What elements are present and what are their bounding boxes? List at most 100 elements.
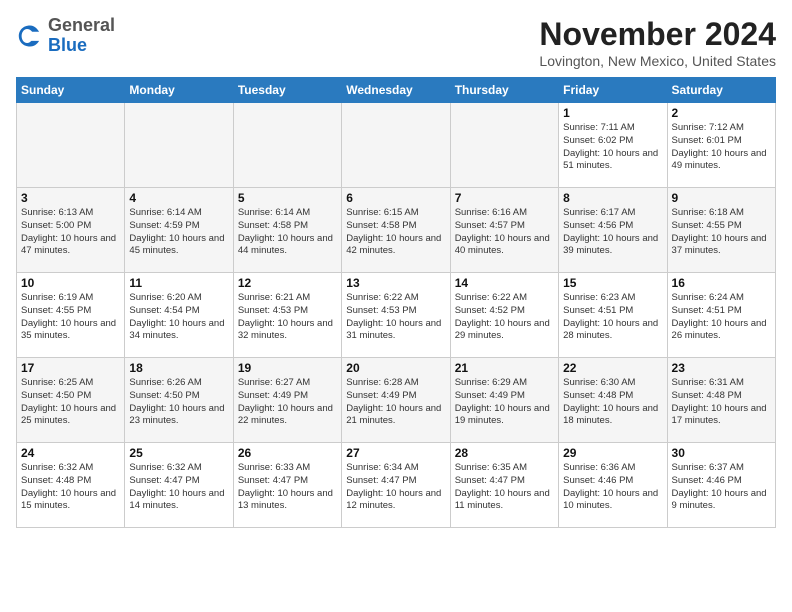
day-number: 14 bbox=[455, 276, 554, 290]
cell-info: Sunrise: 7:11 AMSunset: 6:02 PMDaylight:… bbox=[563, 122, 662, 173]
day-number: 1 bbox=[563, 106, 662, 120]
cell-info: Sunrise: 6:25 AMSunset: 4:50 PMDaylight:… bbox=[21, 377, 120, 428]
cell-info: Sunrise: 6:28 AMSunset: 4:49 PMDaylight:… bbox=[346, 377, 445, 428]
calendar-cell: 1 Sunrise: 7:11 AMSunset: 6:02 PMDaylight… bbox=[559, 103, 667, 188]
day-number: 19 bbox=[238, 361, 337, 375]
day-number: 29 bbox=[563, 446, 662, 460]
calendar-cell bbox=[342, 103, 450, 188]
cell-info: Sunrise: 6:32 AMSunset: 4:47 PMDaylight:… bbox=[129, 462, 228, 513]
calendar-cell: 4 Sunrise: 6:14 AMSunset: 4:59 PMDaylight… bbox=[125, 188, 233, 273]
cell-info: Sunrise: 6:21 AMSunset: 4:53 PMDaylight:… bbox=[238, 292, 337, 343]
day-number: 24 bbox=[21, 446, 120, 460]
logo-blue: Blue bbox=[48, 36, 115, 56]
logo-text: General Blue bbox=[48, 16, 115, 56]
weekday-header: Monday bbox=[125, 78, 233, 103]
logo-general: General bbox=[48, 16, 115, 36]
location: Lovington, New Mexico, United States bbox=[539, 53, 776, 69]
cell-info: Sunrise: 6:24 AMSunset: 4:51 PMDaylight:… bbox=[672, 292, 771, 343]
day-number: 6 bbox=[346, 191, 445, 205]
calendar-cell: 13 Sunrise: 6:22 AMSunset: 4:53 PMDayligh… bbox=[342, 273, 450, 358]
calendar-cell: 22Sunrise: 6:30 AMSunset: 4:48 PMDayligh… bbox=[559, 358, 667, 443]
day-number: 5 bbox=[238, 191, 337, 205]
cell-info: Sunrise: 7:12 AMSunset: 6:01 PMDaylight:… bbox=[672, 122, 771, 173]
cell-info: Sunrise: 6:15 AMSunset: 4:58 PMDaylight:… bbox=[346, 207, 445, 258]
calendar-cell: 24 Sunrise: 6:32 AMSunset: 4:48 PMDayligh… bbox=[17, 443, 125, 528]
calendar-cell bbox=[17, 103, 125, 188]
calendar-cell: 25Sunrise: 6:32 AMSunset: 4:47 PMDayligh… bbox=[125, 443, 233, 528]
day-number: 16 bbox=[672, 276, 771, 290]
cell-info: Sunrise: 6:30 AMSunset: 4:48 PMDaylight:… bbox=[563, 377, 662, 428]
day-number: 8 bbox=[563, 191, 662, 205]
weekday-header-row: SundayMondayTuesdayWednesdayThursdayFrid… bbox=[17, 78, 776, 103]
day-number: 10 bbox=[21, 276, 120, 290]
calendar-cell: 7 Sunrise: 6:16 AMSunset: 4:57 PMDaylight… bbox=[450, 188, 558, 273]
day-number: 7 bbox=[455, 191, 554, 205]
calendar-cell: 23 Sunrise: 6:31 AMSunset: 4:48 PMDayligh… bbox=[667, 358, 775, 443]
calendar-cell: 12 Sunrise: 6:21 AMSunset: 4:53 PMDayligh… bbox=[233, 273, 341, 358]
calendar-cell: 14 Sunrise: 6:22 AMSunset: 4:52 PMDayligh… bbox=[450, 273, 558, 358]
calendar-week-row: 24 Sunrise: 6:32 AMSunset: 4:48 PMDayligh… bbox=[17, 443, 776, 528]
cell-info: Sunrise: 6:22 AMSunset: 4:52 PMDaylight:… bbox=[455, 292, 554, 343]
title-block: November 2024 Lovington, New Mexico, Uni… bbox=[539, 16, 776, 69]
cell-info: Sunrise: 6:33 AMSunset: 4:47 PMDaylight:… bbox=[238, 462, 337, 513]
logo: General Blue bbox=[16, 16, 115, 56]
calendar-week-row: 3Sunrise: 6:13 AMSunset: 5:00 PMDaylight… bbox=[17, 188, 776, 273]
cell-info: Sunrise: 6:19 AMSunset: 4:55 PMDaylight:… bbox=[21, 292, 120, 343]
cell-info: Sunrise: 6:37 AMSunset: 4:46 PMDaylight:… bbox=[672, 462, 771, 513]
calendar-cell bbox=[450, 103, 558, 188]
weekday-header: Tuesday bbox=[233, 78, 341, 103]
cell-info: Sunrise: 6:35 AMSunset: 4:47 PMDaylight:… bbox=[455, 462, 554, 513]
calendar-cell: 5 Sunrise: 6:14 AMSunset: 4:58 PMDaylight… bbox=[233, 188, 341, 273]
cell-info: Sunrise: 6:18 AMSunset: 4:55 PMDaylight:… bbox=[672, 207, 771, 258]
calendar-cell: 9Sunrise: 6:18 AMSunset: 4:55 PMDaylight… bbox=[667, 188, 775, 273]
calendar-cell: 8Sunrise: 6:17 AMSunset: 4:56 PMDaylight… bbox=[559, 188, 667, 273]
weekday-header: Wednesday bbox=[342, 78, 450, 103]
calendar-cell bbox=[233, 103, 341, 188]
cell-info: Sunrise: 6:16 AMSunset: 4:57 PMDaylight:… bbox=[455, 207, 554, 258]
day-number: 11 bbox=[129, 276, 228, 290]
cell-info: Sunrise: 6:31 AMSunset: 4:48 PMDaylight:… bbox=[672, 377, 771, 428]
calendar-cell: 11 Sunrise: 6:20 AMSunset: 4:54 PMDayligh… bbox=[125, 273, 233, 358]
calendar-cell: 26 Sunrise: 6:33 AMSunset: 4:47 PMDayligh… bbox=[233, 443, 341, 528]
calendar-cell: 21Sunrise: 6:29 AMSunset: 4:49 PMDayligh… bbox=[450, 358, 558, 443]
calendar-cell: 30 Sunrise: 6:37 AMSunset: 4:46 PMDayligh… bbox=[667, 443, 775, 528]
cell-info: Sunrise: 6:26 AMSunset: 4:50 PMDaylight:… bbox=[129, 377, 228, 428]
calendar-cell: 27 Sunrise: 6:34 AMSunset: 4:47 PMDayligh… bbox=[342, 443, 450, 528]
calendar-cell: 28Sunrise: 6:35 AMSunset: 4:47 PMDayligh… bbox=[450, 443, 558, 528]
day-number: 30 bbox=[672, 446, 771, 460]
calendar-week-row: 10 Sunrise: 6:19 AMSunset: 4:55 PMDayligh… bbox=[17, 273, 776, 358]
day-number: 13 bbox=[346, 276, 445, 290]
calendar-week-row: 1 Sunrise: 7:11 AMSunset: 6:02 PMDaylight… bbox=[17, 103, 776, 188]
day-number: 21 bbox=[455, 361, 554, 375]
day-number: 23 bbox=[672, 361, 771, 375]
cell-info: Sunrise: 6:22 AMSunset: 4:53 PMDaylight:… bbox=[346, 292, 445, 343]
calendar-cell: 15 Sunrise: 6:23 AMSunset: 4:51 PMDayligh… bbox=[559, 273, 667, 358]
calendar-cell: 20Sunrise: 6:28 AMSunset: 4:49 PMDayligh… bbox=[342, 358, 450, 443]
cell-info: Sunrise: 6:23 AMSunset: 4:51 PMDaylight:… bbox=[563, 292, 662, 343]
day-number: 18 bbox=[129, 361, 228, 375]
cell-info: Sunrise: 6:14 AMSunset: 4:59 PMDaylight:… bbox=[129, 207, 228, 258]
calendar-cell: 29Sunrise: 6:36 AMSunset: 4:46 PMDayligh… bbox=[559, 443, 667, 528]
weekday-header: Thursday bbox=[450, 78, 558, 103]
weekday-header: Saturday bbox=[667, 78, 775, 103]
day-number: 3 bbox=[21, 191, 120, 205]
day-number: 26 bbox=[238, 446, 337, 460]
day-number: 15 bbox=[563, 276, 662, 290]
cell-info: Sunrise: 6:20 AMSunset: 4:54 PMDaylight:… bbox=[129, 292, 228, 343]
cell-info: Sunrise: 6:32 AMSunset: 4:48 PMDaylight:… bbox=[21, 462, 120, 513]
weekday-header: Sunday bbox=[17, 78, 125, 103]
day-number: 27 bbox=[346, 446, 445, 460]
calendar-cell: 16 Sunrise: 6:24 AMSunset: 4:51 PMDayligh… bbox=[667, 273, 775, 358]
calendar-cell: 17Sunrise: 6:25 AMSunset: 4:50 PMDayligh… bbox=[17, 358, 125, 443]
day-number: 12 bbox=[238, 276, 337, 290]
calendar-cell: 6 Sunrise: 6:15 AMSunset: 4:58 PMDaylight… bbox=[342, 188, 450, 273]
cell-info: Sunrise: 6:14 AMSunset: 4:58 PMDaylight:… bbox=[238, 207, 337, 258]
calendar-cell: 18 Sunrise: 6:26 AMSunset: 4:50 PMDayligh… bbox=[125, 358, 233, 443]
calendar-cell: 19Sunrise: 6:27 AMSunset: 4:49 PMDayligh… bbox=[233, 358, 341, 443]
calendar-cell: 3Sunrise: 6:13 AMSunset: 5:00 PMDaylight… bbox=[17, 188, 125, 273]
calendar-table: SundayMondayTuesdayWednesdayThursdayFrid… bbox=[16, 77, 776, 528]
calendar-cell: 10 Sunrise: 6:19 AMSunset: 4:55 PMDayligh… bbox=[17, 273, 125, 358]
cell-info: Sunrise: 6:34 AMSunset: 4:47 PMDaylight:… bbox=[346, 462, 445, 513]
day-number: 2 bbox=[672, 106, 771, 120]
day-number: 4 bbox=[129, 191, 228, 205]
